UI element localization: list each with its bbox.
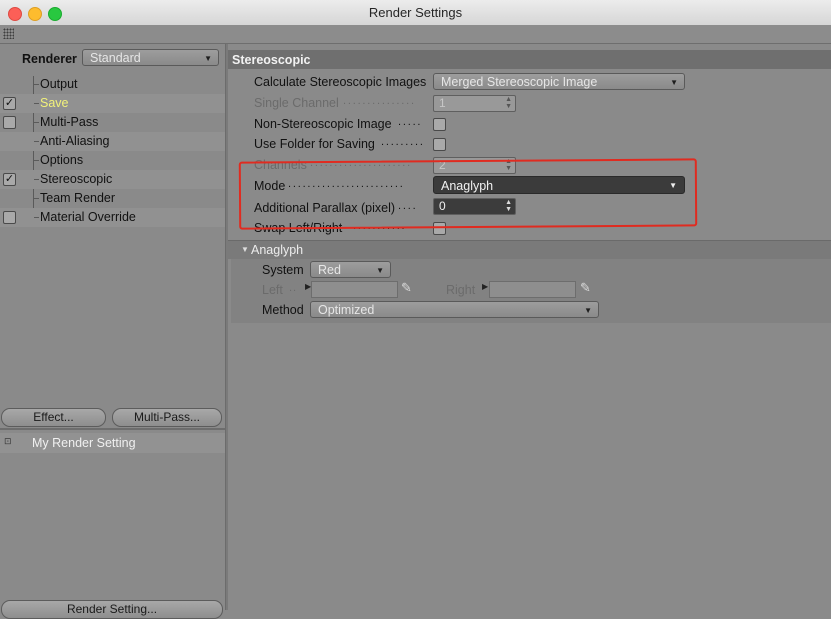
leader-dots: .....	[398, 116, 423, 128]
grip-icon[interactable]	[3, 28, 14, 39]
leader-dots: ...............	[343, 95, 416, 107]
stereoscopic-checkbox[interactable]: ✓	[3, 173, 16, 186]
sidebar-item-material-override[interactable]: Material Override	[0, 208, 225, 227]
sidebar-item-label: Anti-Aliasing	[40, 134, 110, 148]
leader-dots: .........	[381, 136, 425, 148]
section-title: Stereoscopic	[232, 53, 311, 67]
render-setting-name: My Render Setting	[32, 436, 136, 450]
right-label: Right	[446, 283, 476, 297]
sidebar-item-label: Save	[40, 96, 69, 110]
dropdown-arrow-icon: ▼	[376, 266, 384, 275]
dropdown-arrow-icon: ▼	[670, 78, 678, 87]
highlight-box	[238, 158, 698, 230]
use-folder-checkbox[interactable]	[433, 138, 446, 151]
sidebar-item-label: Team Render	[40, 191, 116, 205]
leader-dots: ..	[289, 282, 298, 294]
render-setting-row[interactable]: ⊡ My Render Setting	[0, 433, 225, 453]
sidebar-item-options[interactable]: Options	[0, 151, 225, 170]
stereoscopic-panel: Stereoscopic Calculate Stereoscopic Imag…	[228, 44, 831, 610]
single-channel-value: 1	[439, 96, 446, 110]
anaglyph-group-header[interactable]: ▼ Anaglyph	[228, 240, 831, 259]
method-value: Optimized	[318, 303, 375, 317]
stepper-icon: ▲ ▼	[505, 96, 512, 110]
renderer-dropdown[interactable]: Standard ▼	[82, 49, 219, 66]
effect-button[interactable]: Effect...	[1, 408, 106, 427]
method-label: Method	[262, 303, 304, 317]
sidebar-item-label: Stereoscopic	[40, 172, 113, 186]
toolbar-strip	[0, 25, 831, 44]
sidebar-item-label: Multi-Pass	[40, 115, 99, 129]
sidebar-item-label: Options	[40, 153, 84, 167]
divider	[0, 428, 225, 430]
calc-value: Merged Stereoscopic Image	[441, 75, 598, 89]
single-channel-label: Single Channel	[254, 96, 339, 110]
setting-expand-icon[interactable]: ⊡	[4, 436, 12, 447]
system-value: Red	[318, 263, 341, 277]
dropdown-arrow-icon: ▼	[584, 306, 592, 315]
save-checkbox[interactable]: ✓	[3, 97, 16, 110]
multi-pass-checkbox[interactable]	[3, 116, 16, 129]
right-color-field[interactable]	[489, 281, 576, 298]
calc-label: Calculate Stereoscopic Images	[254, 75, 427, 89]
sidebar-item-anti-aliasing[interactable]: Anti-Aliasing	[0, 132, 225, 151]
section-header: Stereoscopic	[228, 50, 831, 69]
system-label: System	[262, 263, 304, 277]
expand-triangle-icon[interactable]: ▶	[482, 282, 488, 291]
sidebar-item-team-render[interactable]: Team Render	[0, 189, 225, 208]
window-titlebar: Render Settings	[0, 0, 831, 26]
settings-sidebar: Renderer Standard ▼ Output ✓ Save Multi-…	[0, 44, 225, 619]
collapse-triangle-icon[interactable]: ▼	[241, 245, 249, 254]
sidebar-item-multi-pass[interactable]: Multi-Pass	[0, 113, 225, 132]
left-label: Left	[262, 283, 283, 297]
sidebar-item-save[interactable]: ✓ Save	[0, 94, 225, 113]
sidebar-item-output[interactable]: Output	[0, 75, 225, 94]
use-folder-label: Use Folder for Saving	[254, 137, 375, 151]
method-dropdown[interactable]: Optimized ▼	[310, 301, 599, 318]
single-channel-field[interactable]: 1 ▲ ▼	[433, 95, 516, 112]
material-override-checkbox[interactable]	[3, 211, 16, 224]
renderer-row: Renderer Standard ▼	[0, 46, 225, 70]
non-stereo-label: Non-Stereoscopic Image	[254, 117, 392, 131]
left-color-field[interactable]	[311, 281, 398, 298]
window-title: Render Settings	[368, 5, 463, 20]
sidebar-item-label: Output	[40, 77, 78, 91]
non-stereo-checkbox[interactable]	[433, 118, 446, 131]
calc-dropdown[interactable]: Merged Stereoscopic Image ▼	[433, 73, 685, 90]
anaglyph-group-title: Anaglyph	[251, 243, 304, 257]
eyedropper-icon[interactable]: ✎	[580, 280, 591, 296]
multi-pass-button[interactable]: Multi-Pass...	[112, 408, 222, 427]
dropdown-arrow-icon: ▼	[204, 54, 212, 63]
system-dropdown[interactable]: Red ▼	[310, 261, 391, 278]
anaglyph-group-body: System Red ▼ Left .. ▶ ✎ Right ▶ ✎ Metho…	[231, 259, 831, 323]
sidebar-item-stereoscopic[interactable]: ✓ Stereoscopic	[0, 170, 225, 189]
sidebar-item-label: Material Override	[40, 210, 136, 224]
renderer-value: Standard	[90, 51, 141, 65]
eyedropper-icon[interactable]: ✎	[401, 280, 412, 296]
renderer-label: Renderer	[22, 52, 77, 66]
